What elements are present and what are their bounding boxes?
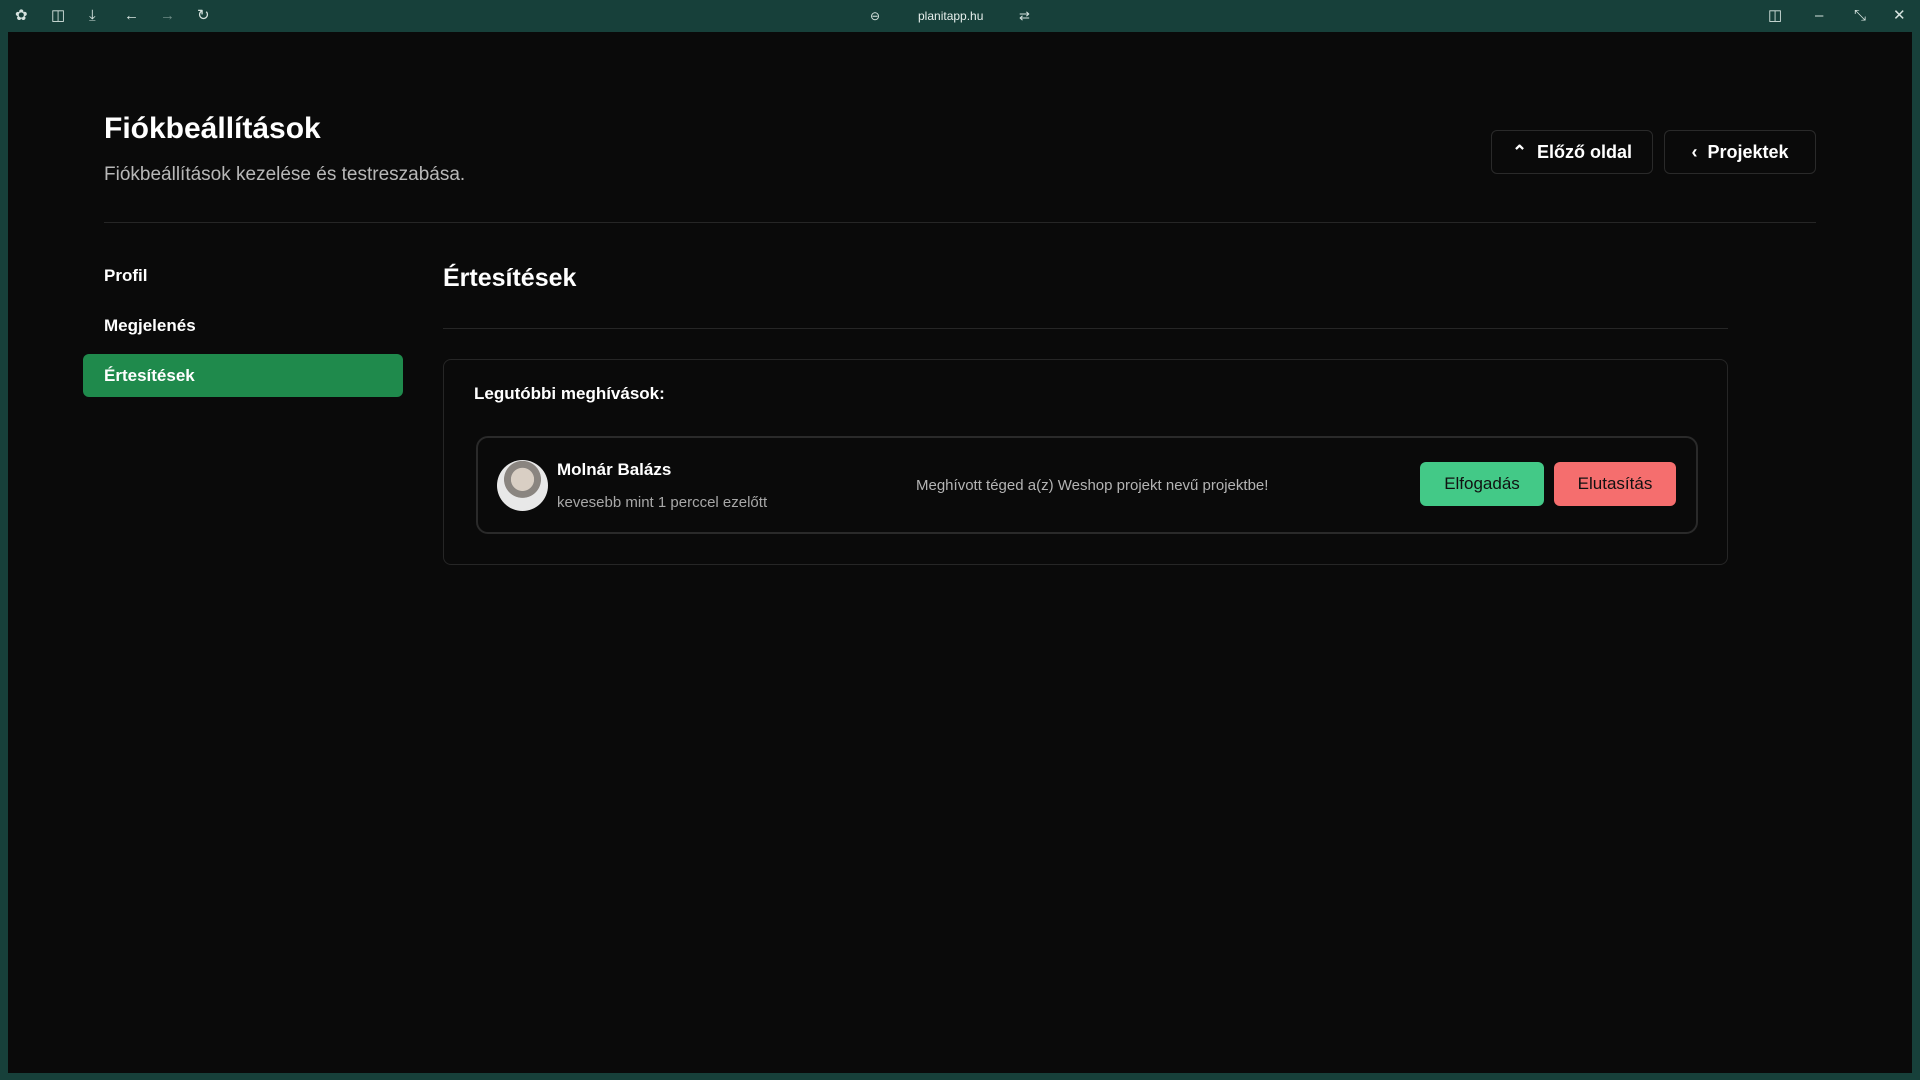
url-display[interactable]: planitapp.hu (918, 9, 983, 23)
chevron-left-icon: ‹ (1691, 141, 1698, 162)
avatar (497, 460, 548, 511)
page-subtitle: Fiókbeállítások kezelése és testreszabás… (104, 164, 466, 185)
sidebar-toggle-icon[interactable]: ◫ (51, 7, 65, 25)
chevron-up-icon: ⌃ (1511, 141, 1528, 162)
link-icon[interactable]: ⊖ (870, 7, 880, 25)
browser-logo-icon[interactable]: ✿ (15, 7, 28, 25)
page-content: Fiókbeállítások Fiókbeállítások kezelése… (8, 32, 1912, 1073)
projects-button[interactable]: ‹ Projektek (1664, 130, 1816, 174)
reload-icon[interactable]: ↻ (197, 7, 210, 25)
minimize-icon[interactable]: – (1815, 7, 1823, 25)
divider (104, 222, 1816, 223)
back-icon[interactable]: ← (124, 7, 139, 25)
settings-sliders-icon[interactable]: ⇄ (1019, 7, 1030, 25)
page-title: Fiókbeállítások (104, 112, 321, 145)
section-heading: Értesítések (443, 264, 577, 292)
invitation-item: Molnár Balázs kevesebb mint 1 perccel ez… (476, 436, 1698, 534)
projects-label: Projektek (1707, 141, 1789, 162)
forward-icon[interactable]: → (160, 7, 175, 25)
sidebar-item-notifications[interactable]: Értesítések (83, 354, 403, 397)
previous-page-label: Előző oldal (1537, 141, 1633, 162)
restore-icon[interactable]: ⤡ (1854, 7, 1866, 25)
invitations-label: Legutóbbi meghívások: (474, 384, 665, 403)
inviter-name: Molnár Balázs (557, 460, 672, 479)
reject-button[interactable]: Elutasítás (1554, 462, 1676, 506)
accept-button[interactable]: Elfogadás (1420, 462, 1544, 506)
browser-titlebar: ✿ ◫ ⤓ ← → ↻ ⊖ planitapp.hu ⇄ ◫ – ⤡ ✕ (0, 0, 1920, 32)
invite-message: Meghívott téged a(z) Weshop projekt nevű… (916, 477, 1269, 494)
previous-page-button[interactable]: ⌃ Előző oldal (1491, 130, 1653, 174)
sidebar-item-appearance[interactable]: Megjelenés (104, 316, 196, 336)
close-icon[interactable]: ✕ (1893, 7, 1906, 25)
invite-time: kevesebb mint 1 perccel ezelőtt (557, 494, 768, 511)
download-icon[interactable]: ⤓ (89, 7, 96, 25)
invitations-card: Legutóbbi meghívások: Molnár Balázs keve… (443, 359, 1728, 565)
split-view-icon[interactable]: ◫ (1768, 7, 1782, 25)
sidebar-item-profile[interactable]: Profil (104, 266, 147, 286)
divider (443, 328, 1728, 329)
